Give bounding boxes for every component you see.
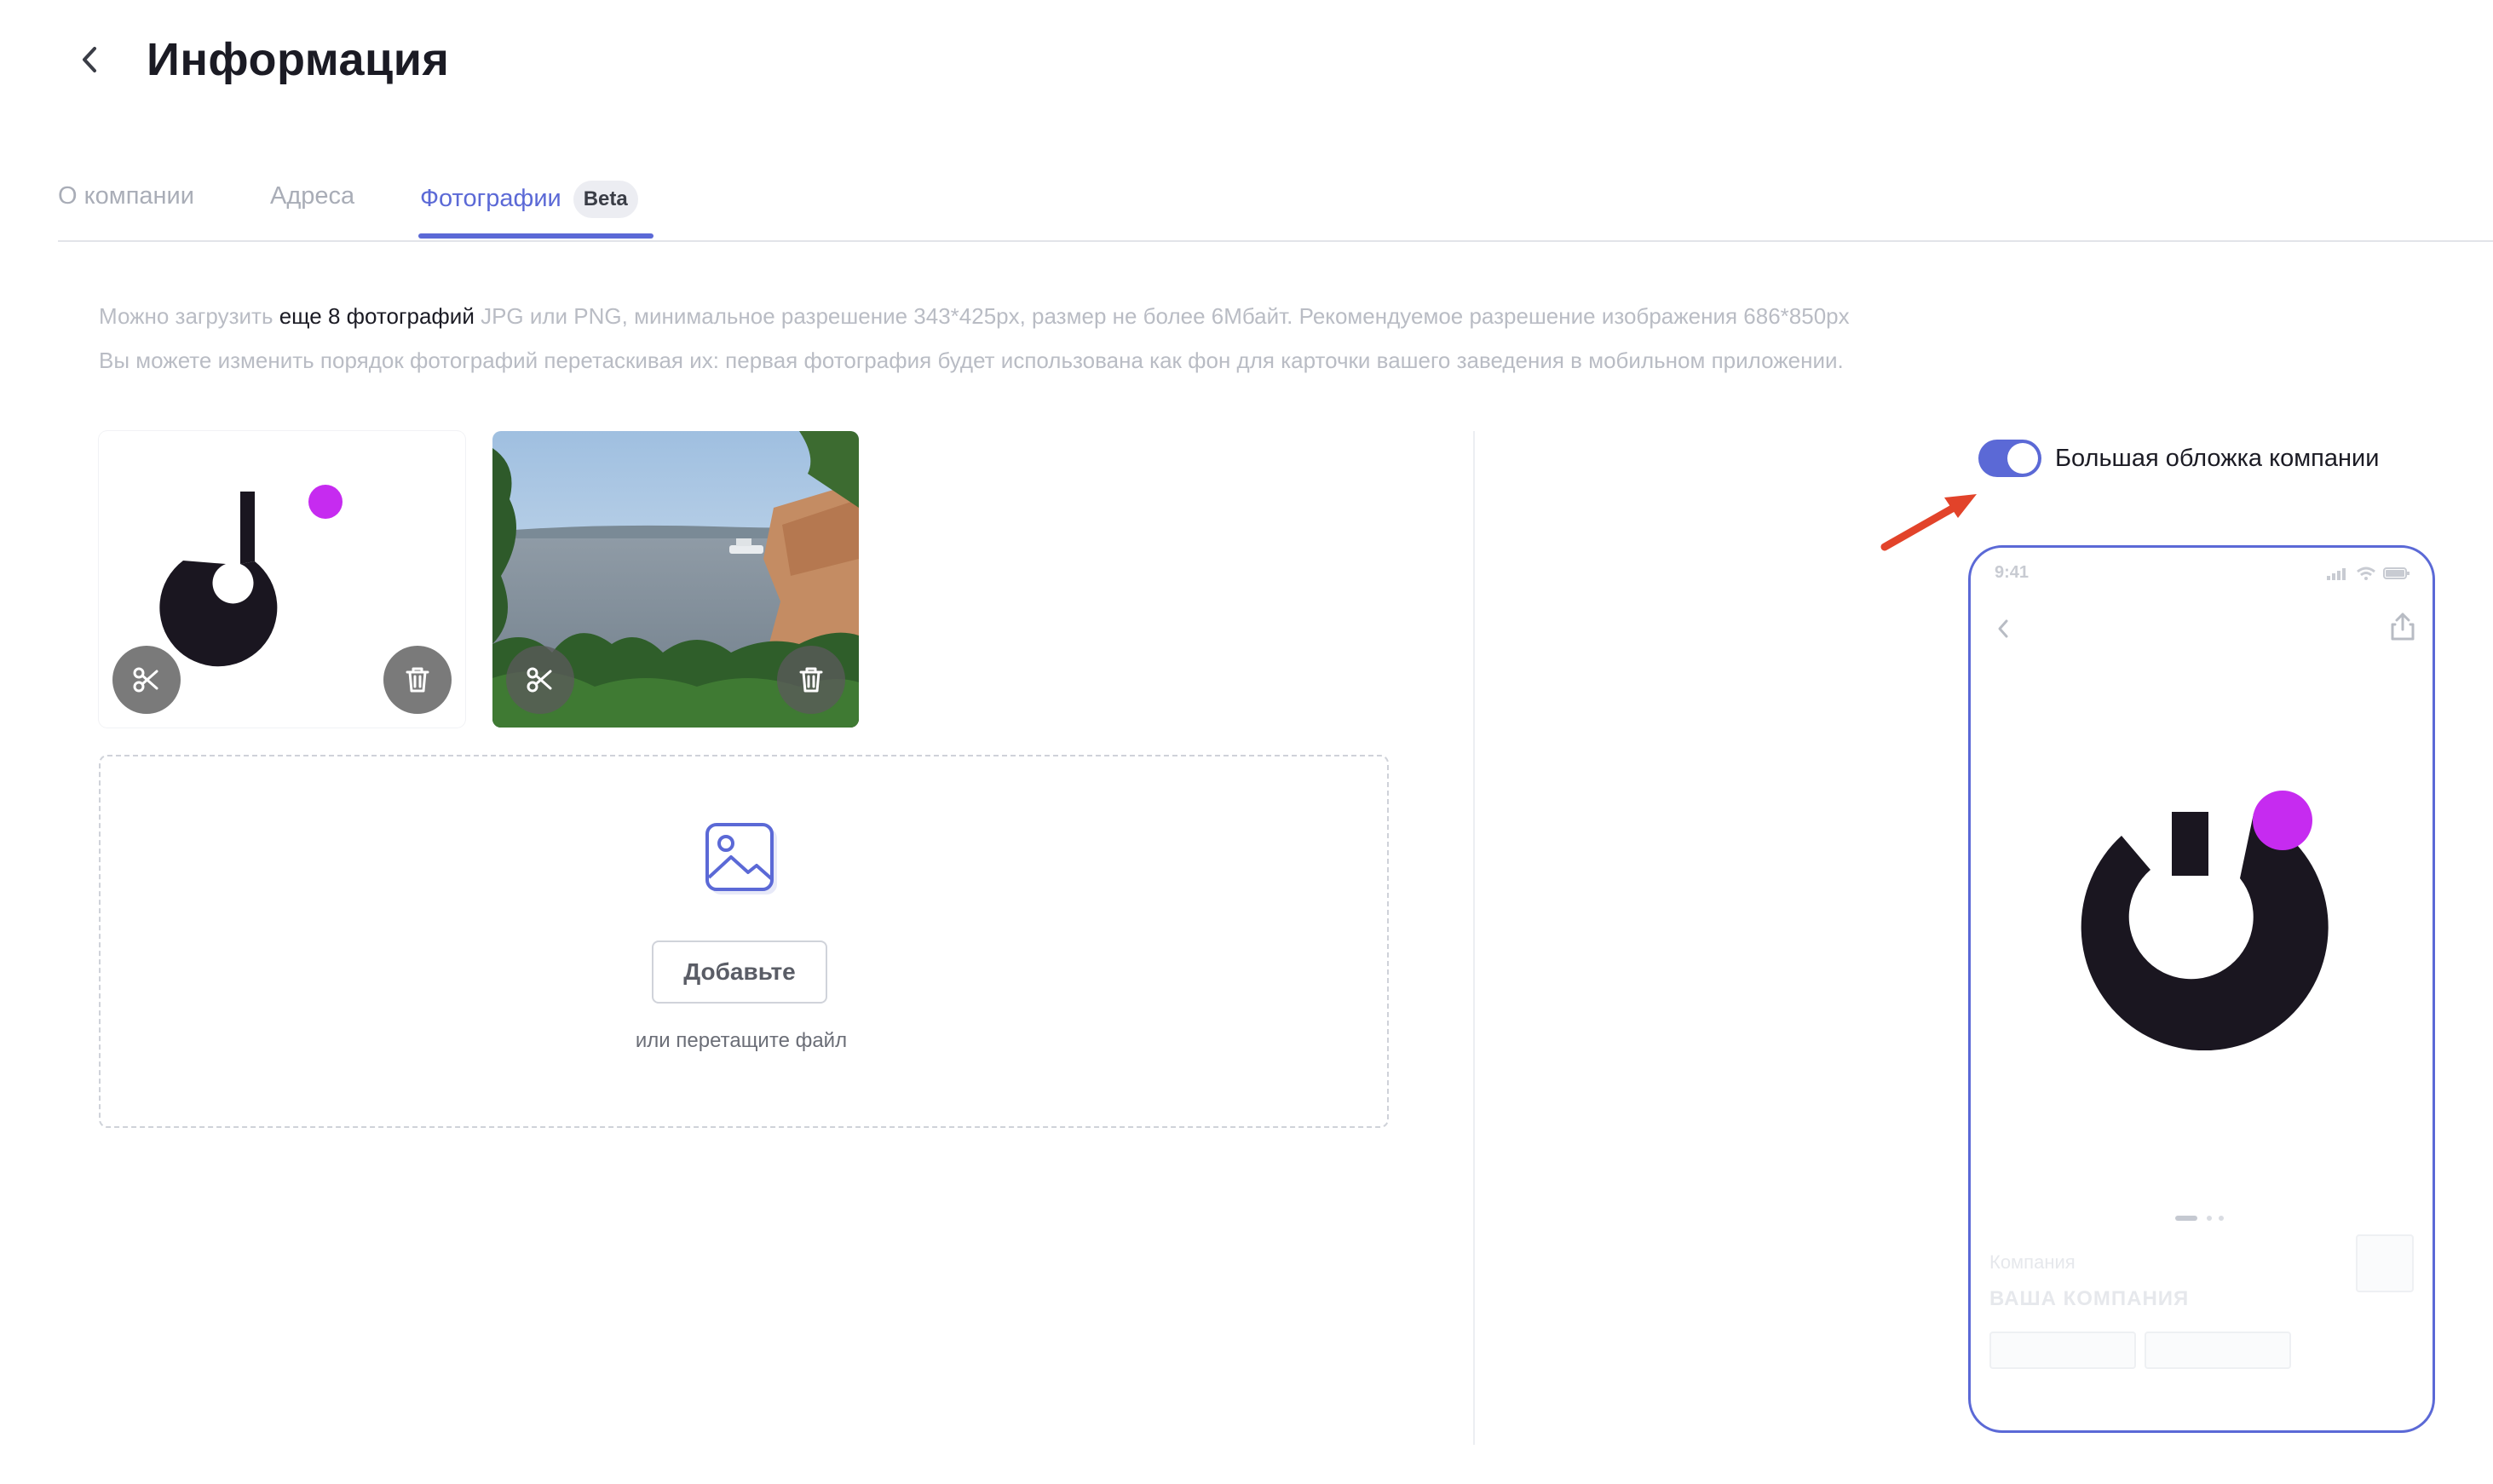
preview-button-placeholder (1989, 1332, 2136, 1369)
upload-info-line1: Можно загрузить еще 8 фотографий JPG или… (99, 302, 1850, 331)
page-title: Информация (147, 34, 450, 85)
mobile-preview: 9:41 Компания ВАША КОМПАНИЯ (1968, 545, 2435, 1433)
trash-icon (799, 667, 823, 693)
signal-icon (2327, 568, 2346, 580)
trash-icon (406, 667, 429, 693)
delete-button[interactable] (777, 646, 845, 714)
image-upload-icon (705, 823, 777, 894)
crop-button[interactable] (112, 646, 181, 714)
annotation-arrow-icon (1880, 494, 1977, 551)
tab-photos[interactable]: Фотографии Beta (420, 181, 638, 218)
toggle-knob (2007, 443, 2038, 474)
preview-company-name: ВАША КОМПАНИЯ (1989, 1287, 2190, 1310)
large-cover-toggle[interactable] (1978, 440, 2041, 477)
info-text: JPG или PNG, минимальное разрешение 343*… (474, 303, 1850, 329)
status-time: 9:41 (1995, 563, 2030, 582)
tab-label: О компании (58, 182, 194, 210)
add-photo-button[interactable]: Добавьте (652, 940, 827, 1004)
wifi-icon (2357, 567, 2375, 580)
carousel-dots (2175, 1216, 2224, 1221)
battery-icon (2383, 567, 2410, 579)
beta-badge: Beta (573, 181, 638, 218)
photo-card-logo[interactable] (99, 431, 465, 728)
tab-about[interactable]: О компании (58, 181, 194, 211)
share-icon (2391, 613, 2415, 641)
photo-card-landscape[interactable] (492, 431, 859, 728)
crop-icon (527, 667, 552, 693)
large-cover-label: Большая обложка компании (2055, 445, 2380, 472)
active-tab-indicator (418, 233, 653, 239)
delete-button[interactable] (383, 646, 452, 714)
upload-info-line2: Вы можете изменить порядок фотографий пе… (99, 348, 1844, 373)
crop-button[interactable] (506, 646, 574, 714)
preview-logo-placeholder (2356, 1234, 2414, 1292)
back-button[interactable] (68, 32, 111, 87)
tab-label: Фотографии (420, 185, 561, 212)
preview-company-label: Компания (1989, 1251, 2076, 1273)
remaining-photos-count: еще 8 фотографий (279, 303, 475, 329)
preview-cover-logo (2081, 791, 2329, 1050)
status-icons (2327, 567, 2410, 580)
preview-back-icon (1998, 619, 2008, 638)
chevron-left-icon (83, 47, 96, 72)
crop-icon (133, 667, 158, 693)
drop-hint: или перетащите файл (635, 1029, 848, 1052)
info-text: Можно загрузить (99, 303, 279, 329)
tab-addresses[interactable]: Адреса (270, 181, 354, 211)
tab-label: Адреса (270, 182, 355, 210)
tab-bar: О компании Адреса Фотографии Beta (58, 170, 2493, 242)
column-divider (1473, 431, 1475, 1445)
preview-button-placeholder (2145, 1332, 2291, 1369)
